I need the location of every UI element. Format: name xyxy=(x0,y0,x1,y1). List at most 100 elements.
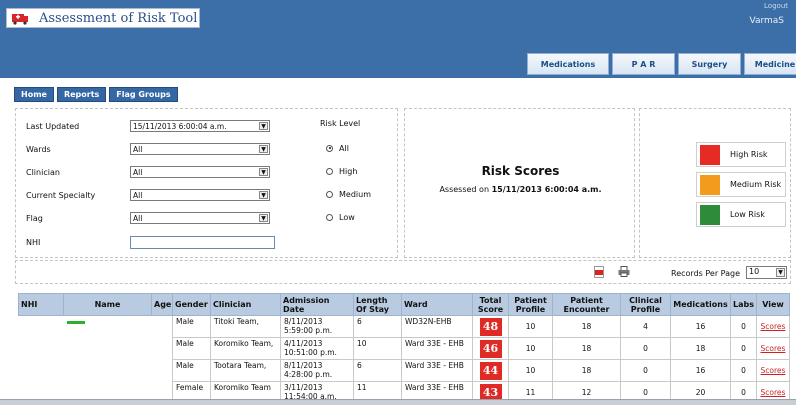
col-header[interactable]: Labs xyxy=(730,293,757,316)
patient-profile-cell: 10 xyxy=(508,337,553,360)
patient-profile-cell: 10 xyxy=(508,315,553,338)
filter-label: Current Specialty xyxy=(26,190,96,200)
pdf-export-icon[interactable] xyxy=(594,266,604,280)
dropdown-arrow-icon: ▼ xyxy=(259,145,268,153)
nav-reports-button[interactable]: Reports xyxy=(56,87,107,102)
table-row[interactable]: Male Koromiko Team, 4/11/2013 10:51:00 p… xyxy=(18,337,790,360)
clinician-cell: Tootara Team, xyxy=(210,359,281,382)
nav-flag-groups-button[interactable]: Flag Groups xyxy=(109,87,178,102)
filter-flag: Flag All ▼ xyxy=(26,211,270,225)
green-marker xyxy=(66,321,85,324)
risk-radio-high[interactable]: High xyxy=(320,164,371,178)
records-per-page-select[interactable]: 10 ▼ xyxy=(746,266,787,279)
wards-select[interactable]: All ▼ xyxy=(130,143,270,155)
total-score-cell: 46 xyxy=(472,337,509,360)
col-header[interactable]: Ward xyxy=(401,293,473,316)
radio-icon xyxy=(326,213,333,221)
export-icons xyxy=(594,266,630,280)
scores-link[interactable]: Scores xyxy=(761,366,786,375)
col-header[interactable]: Patient Encounter xyxy=(552,293,621,316)
tab-medicine[interactable]: Medicine xyxy=(744,53,796,75)
col-header[interactable]: Name xyxy=(63,293,152,316)
admission-cell: 8/11/2013 5:59:00 p.m. xyxy=(280,315,354,338)
scores-link[interactable]: Scores xyxy=(761,344,786,353)
app-logo[interactable]: Assessment of Risk Tool xyxy=(6,8,200,28)
col-header[interactable]: Age xyxy=(151,293,173,316)
col-header[interactable]: NHI xyxy=(18,293,64,316)
medications-cell: 16 xyxy=(670,315,731,338)
labs-cell: 0 xyxy=(730,315,757,338)
age-cell xyxy=(151,337,173,360)
clinical-profile-cell: 4 xyxy=(620,315,671,338)
clinician-select[interactable]: All ▼ xyxy=(130,166,270,178)
filter-label: Flag xyxy=(26,213,43,223)
col-header[interactable]: Clinical Profile xyxy=(620,293,671,316)
col-header[interactable]: Length Of Stay xyxy=(353,293,402,316)
risk-radio-all[interactable]: All xyxy=(320,141,371,155)
print-icon[interactable] xyxy=(618,266,630,280)
legend-high: High Risk xyxy=(696,142,786,167)
col-header[interactable]: Medications xyxy=(670,293,731,316)
los-cell: 10 xyxy=(353,337,402,360)
risk-radio-low[interactable]: Low xyxy=(320,210,371,224)
table-row[interactable]: Male Titoki Team, 8/11/2013 5:59:00 p.m.… xyxy=(18,315,790,338)
ward-cell: Ward 33E - EHB xyxy=(401,337,473,360)
select-value: All xyxy=(133,167,143,177)
name-cell xyxy=(63,337,152,360)
name-cell xyxy=(63,315,152,338)
patient-encounter-cell: 18 xyxy=(552,359,621,382)
col-header[interactable]: Gender xyxy=(172,293,211,316)
assessed-prefix: Assessed on xyxy=(439,185,490,194)
col-header[interactable]: Admission Date xyxy=(280,293,354,316)
col-header[interactable]: Clinician xyxy=(210,293,281,316)
table-row[interactable]: Male Tootara Team, 8/11/2013 4:28:00 p.m… xyxy=(18,359,790,382)
score-badge: 44 xyxy=(479,361,502,380)
category-tabs: Medications P A R Surgery Medicine xyxy=(527,53,796,75)
select-value: 15/11/2013 6:00:04 a.m. xyxy=(133,121,227,131)
records-per-page-label: Records Per Page xyxy=(671,269,741,278)
clinical-profile-cell: 0 xyxy=(620,359,671,382)
view-cell: Scores xyxy=(756,315,790,338)
view-cell: Scores xyxy=(756,337,790,360)
radio-selected-icon xyxy=(326,144,333,152)
flag-select[interactable]: All ▼ xyxy=(130,212,270,224)
legend-low: Low Risk xyxy=(696,202,786,227)
assessed-timestamp: 15/11/2013 6:00:04 a.m. xyxy=(491,185,602,194)
legend-label: High Risk xyxy=(730,150,768,159)
tab-par[interactable]: P A R xyxy=(612,53,675,75)
col-header[interactable]: Patient Profile xyxy=(508,293,553,316)
filter-label: Clinician xyxy=(26,167,60,177)
tab-surgery[interactable]: Surgery xyxy=(678,53,741,75)
scores-link[interactable]: Scores xyxy=(761,322,786,331)
scores-link[interactable]: Scores xyxy=(761,388,786,397)
name-cell xyxy=(63,359,152,382)
patient-profile-cell: 10 xyxy=(508,359,553,382)
filter-label: Last Updated xyxy=(26,121,80,131)
logout-link[interactable]: Logout xyxy=(764,2,788,10)
tab-medications[interactable]: Medications xyxy=(527,53,609,75)
dropdown-arrow-icon: ▼ xyxy=(259,214,268,222)
specialty-select[interactable]: All ▼ xyxy=(130,189,270,201)
risk-radio-medium[interactable]: Medium xyxy=(320,187,371,201)
risk-level-group: Risk Level All High Medium Low xyxy=(320,119,371,233)
dropdown-arrow-icon: ▼ xyxy=(259,191,268,199)
legend-label: Low Risk xyxy=(730,210,765,219)
legend-swatch xyxy=(700,144,720,165)
risk-level-label: Risk Level xyxy=(320,119,361,128)
table-header-row: NHI Name Age Gender Clinician Admission … xyxy=(18,293,790,316)
ward-cell: WD32N-EHB xyxy=(401,315,473,338)
nav-home-button[interactable]: Home xyxy=(14,87,54,102)
col-header[interactable]: View xyxy=(756,293,790,316)
radio-label: Low xyxy=(339,212,355,222)
nhi-input[interactable] xyxy=(130,235,275,249)
risk-legend: High Risk Medium Risk Low Risk xyxy=(639,108,791,258)
col-header[interactable]: Total Score xyxy=(472,293,509,316)
dropdown-arrow-icon: ▼ xyxy=(259,122,268,130)
score-badge: 46 xyxy=(479,339,502,358)
ambulance-icon xyxy=(11,11,29,25)
filter-label: NHI xyxy=(26,237,41,247)
select-value: All xyxy=(133,144,143,154)
last-updated-select[interactable]: 15/11/2013 6:00:04 a.m. ▼ xyxy=(130,120,270,132)
browser-status-bar xyxy=(0,399,796,405)
view-cell: Scores xyxy=(756,359,790,382)
